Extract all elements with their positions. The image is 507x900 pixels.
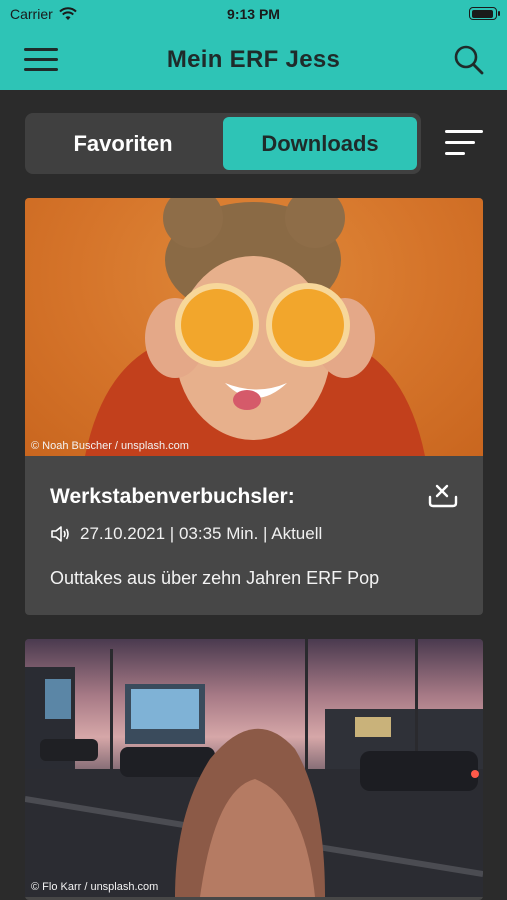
status-bar: Carrier 9:13 PM xyxy=(0,0,507,28)
sort-lines-icon[interactable] xyxy=(445,130,483,160)
status-time: 9:13 PM xyxy=(227,6,280,22)
episode-photo-illustration xyxy=(25,639,483,897)
tab-downloads[interactable]: Downloads xyxy=(223,117,417,170)
top-bar: Carrier 9:13 PM Mein ERF Jess xyxy=(0,0,507,90)
speaker-icon xyxy=(51,526,69,542)
tab-favorites[interactable]: Favoriten xyxy=(25,113,221,174)
episode-meta-text: 27.10.2021 | 03:35 Min. | Aktuell xyxy=(80,524,323,543)
page-title: Mein ERF Jess xyxy=(166,46,341,73)
episode-photo-illustration xyxy=(85,198,425,456)
search-icon[interactable] xyxy=(453,44,485,76)
remove-download-icon[interactable] xyxy=(427,482,459,510)
episode-card[interactable]: © Flo Karr / unsplash.com xyxy=(25,639,483,900)
image-credit: © Flo Karr / unsplash.com xyxy=(31,881,159,893)
image-credit: © Noah Buscher / unsplash.com xyxy=(31,440,189,452)
tab-switcher: Favoriten Downloads xyxy=(25,113,421,174)
episode-image: © Noah Buscher / unsplash.com xyxy=(25,198,483,456)
episode-meta: 27.10.2021 | 03:35 Min. | Aktuell xyxy=(50,524,322,544)
episode-card[interactable]: © Noah Buscher / unsplash.com Werkstaben… xyxy=(25,198,483,615)
episode-description: Outtakes aus über zehn Jahren ERF Pop xyxy=(50,568,380,588)
app-header: Mein ERF Jess xyxy=(0,28,507,90)
episode-image: © Flo Karr / unsplash.com xyxy=(25,639,483,897)
battery-icon xyxy=(469,7,500,20)
episode-title: Werkstabenverbuchsler: xyxy=(50,485,295,508)
